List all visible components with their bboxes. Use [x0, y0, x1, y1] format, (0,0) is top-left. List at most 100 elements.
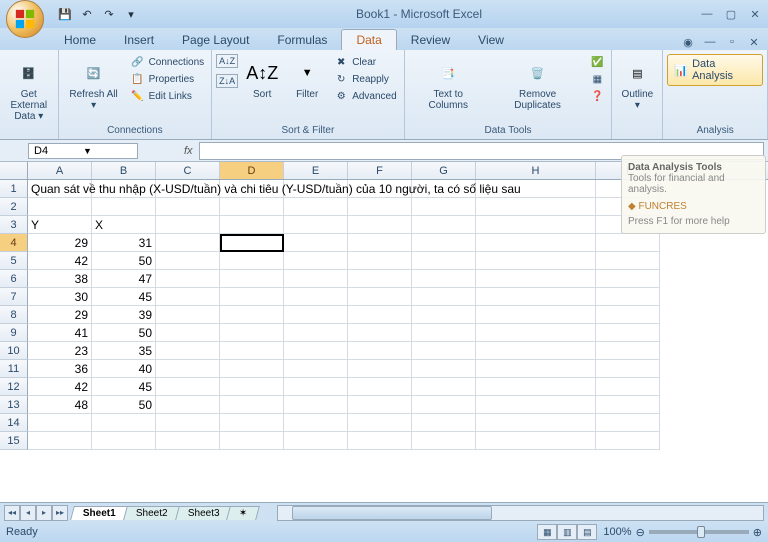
cell-C10[interactable]	[156, 342, 220, 360]
cell-E13[interactable]	[284, 396, 348, 414]
cell-G8[interactable]	[412, 306, 476, 324]
cell-C8[interactable]	[156, 306, 220, 324]
cell-I13[interactable]	[596, 396, 660, 414]
save-icon[interactable]: 💾	[56, 5, 74, 23]
cell-G15[interactable]	[412, 432, 476, 450]
cell-C13[interactable]	[156, 396, 220, 414]
cell-C9[interactable]	[156, 324, 220, 342]
cell-D14[interactable]	[220, 414, 284, 432]
cell-E14[interactable]	[284, 414, 348, 432]
cell-C11[interactable]	[156, 360, 220, 378]
text-to-columns-button[interactable]: 📑 Text to Columns	[409, 54, 488, 114]
cell-D6[interactable]	[220, 270, 284, 288]
cell-H6[interactable]	[476, 270, 596, 288]
sheet-tab-1[interactable]: Sheet1	[70, 506, 129, 520]
sort-az-button[interactable]: A↓Z	[216, 54, 238, 68]
cell-C7[interactable]	[156, 288, 220, 306]
cell-E12[interactable]	[284, 378, 348, 396]
col-header-d[interactable]: D	[220, 162, 284, 179]
cell-E2[interactable]	[284, 198, 348, 216]
cell-G14[interactable]	[412, 414, 476, 432]
sheet-nav-prev[interactable]: ◂	[20, 505, 36, 521]
cell-B9[interactable]: 50	[92, 324, 156, 342]
cell-A2[interactable]	[28, 198, 92, 216]
select-all-corner[interactable]	[0, 162, 28, 179]
col-header-a[interactable]: A	[28, 162, 92, 179]
cell-H5[interactable]	[476, 252, 596, 270]
cell-F10[interactable]	[348, 342, 412, 360]
row-header-6[interactable]: 6	[0, 270, 28, 288]
cell-G7[interactable]	[412, 288, 476, 306]
cell-I15[interactable]	[596, 432, 660, 450]
row-header-12[interactable]: 12	[0, 378, 28, 396]
cell-C4[interactable]	[156, 234, 220, 252]
cell-G11[interactable]	[412, 360, 476, 378]
cell-D10[interactable]	[220, 342, 284, 360]
cell-F7[interactable]	[348, 288, 412, 306]
tab-page-layout[interactable]: Page Layout	[168, 30, 263, 50]
cell-H15[interactable]	[476, 432, 596, 450]
ribbon-restore-button[interactable]: ▫	[724, 34, 740, 50]
ribbon-minimize-button[interactable]: —	[702, 34, 718, 50]
outline-button[interactable]: ▤ Outline▾	[616, 54, 658, 114]
cell-A4[interactable]: 29	[28, 234, 92, 252]
cell-A14[interactable]	[28, 414, 92, 432]
horizontal-scrollbar[interactable]	[277, 505, 764, 521]
cell-B15[interactable]	[92, 432, 156, 450]
data-validation-button[interactable]: ✅	[587, 54, 607, 70]
cell-F11[interactable]	[348, 360, 412, 378]
cell-H14[interactable]	[476, 414, 596, 432]
redo-icon[interactable]: ↷	[100, 5, 118, 23]
cell-F5[interactable]	[348, 252, 412, 270]
cell-B14[interactable]	[92, 414, 156, 432]
cell-H10[interactable]	[476, 342, 596, 360]
cell-E5[interactable]	[284, 252, 348, 270]
view-pagebreak-button[interactable]: ▤	[577, 524, 597, 540]
cell-E8[interactable]	[284, 306, 348, 324]
cell-I9[interactable]	[596, 324, 660, 342]
cell-H11[interactable]	[476, 360, 596, 378]
tab-review[interactable]: Review	[397, 30, 464, 50]
cell-G3[interactable]	[412, 216, 476, 234]
cell-C3[interactable]	[156, 216, 220, 234]
refresh-all-button[interactable]: 🔄 Refresh All ▾	[63, 54, 125, 114]
tab-data[interactable]: Data	[341, 29, 396, 50]
sheet-tab-3[interactable]: Sheet3	[175, 506, 232, 520]
cell-H12[interactable]	[476, 378, 596, 396]
row-header-5[interactable]: 5	[0, 252, 28, 270]
cell-I12[interactable]	[596, 378, 660, 396]
row-header-15[interactable]: 15	[0, 432, 28, 450]
cell-D8[interactable]	[220, 306, 284, 324]
cell-F3[interactable]	[348, 216, 412, 234]
cell-B8[interactable]: 39	[92, 306, 156, 324]
get-external-data-button[interactable]: 🗄️ Get External Data ▾	[4, 54, 54, 125]
cell-E15[interactable]	[284, 432, 348, 450]
row-header-1[interactable]: 1	[0, 180, 28, 198]
cell-G10[interactable]	[412, 342, 476, 360]
cell-I7[interactable]	[596, 288, 660, 306]
sort-button[interactable]: A↕Z Sort	[241, 54, 283, 103]
close-button[interactable]: ✕	[746, 6, 764, 22]
cell-A9[interactable]: 41	[28, 324, 92, 342]
cell-F8[interactable]	[348, 306, 412, 324]
fx-icon[interactable]: fx	[184, 145, 193, 157]
edit-links-button[interactable]: ✏️Edit Links	[128, 88, 208, 104]
cell-I6[interactable]	[596, 270, 660, 288]
cell-B5[interactable]: 50	[92, 252, 156, 270]
advanced-button[interactable]: ⚙Advanced	[331, 88, 399, 104]
chevron-down-icon[interactable]: ▼	[83, 146, 132, 156]
row-header-9[interactable]: 9	[0, 324, 28, 342]
tab-formulas[interactable]: Formulas	[263, 30, 341, 50]
cell-H7[interactable]	[476, 288, 596, 306]
what-if-button[interactable]: ❓	[587, 88, 607, 104]
cell-E11[interactable]	[284, 360, 348, 378]
cell-H3[interactable]	[476, 216, 596, 234]
cell-I14[interactable]	[596, 414, 660, 432]
cell-A10[interactable]: 23	[28, 342, 92, 360]
view-normal-button[interactable]: ▦	[537, 524, 557, 540]
properties-button[interactable]: 📋Properties	[128, 71, 208, 87]
cell-E9[interactable]	[284, 324, 348, 342]
cell-D15[interactable]	[220, 432, 284, 450]
row-header-10[interactable]: 10	[0, 342, 28, 360]
cell-I10[interactable]	[596, 342, 660, 360]
